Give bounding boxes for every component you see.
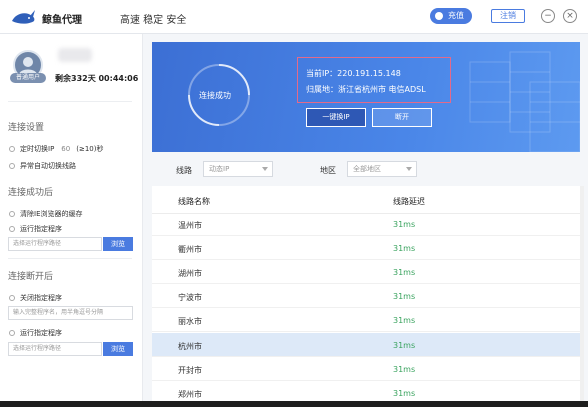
switch-ip-button[interactable]: 一键换IP: [306, 108, 366, 127]
line-name: 郑州市: [178, 390, 202, 399]
line-name: 丽水市: [178, 317, 202, 326]
line-latency: 31ms: [393, 244, 416, 253]
line-name: 杭州市: [178, 342, 202, 351]
clear-cache-radio[interactable]: [9, 211, 15, 217]
timed-switch-value[interactable]: 60: [61, 145, 70, 153]
line-table: 线路名称 线路延迟 温州市 31ms 衢州市 31ms 湖州市 31ms 宁波市…: [152, 186, 584, 407]
timed-switch-option[interactable]: 定时切换IP 60 (≥10)秒: [9, 144, 103, 154]
line-name: 开封市: [178, 366, 202, 375]
remaining-time: 剩余332天 00:44:06: [55, 74, 139, 83]
column-line-name: 线路名称: [178, 197, 210, 206]
region-filter-label: 地区: [320, 166, 336, 175]
recharge-label: 充值: [448, 11, 464, 20]
username-redacted: [58, 48, 92, 62]
section-after-connect: 连接成功后: [8, 188, 54, 198]
user-level-badge: 普通用户: [10, 73, 46, 83]
table-row[interactable]: 温州市 31ms: [152, 212, 584, 236]
auto-switch-label: 异常自动切换线路: [20, 162, 76, 170]
close-program-input[interactable]: 输入完整程序名，用半角逗号分隔: [8, 306, 133, 320]
browse2-button[interactable]: 浏览: [103, 342, 133, 356]
timed-switch-label: 定时切换IP: [20, 145, 55, 153]
program-path-input[interactable]: 选择运行程序路径: [8, 237, 102, 251]
line-latency: 31ms: [393, 220, 416, 229]
minimize-button[interactable]: −: [541, 9, 555, 23]
run-program-label: 运行指定程序: [20, 225, 62, 233]
whale-logo-icon: [12, 10, 35, 24]
logout-button[interactable]: 注销: [491, 9, 525, 23]
line-name: 湖州市: [178, 269, 202, 278]
section-connect-settings: 连接设置: [8, 123, 45, 133]
line-name: 温州市: [178, 221, 202, 230]
line-latency: 31ms: [393, 316, 416, 325]
line-latency: 31ms: [393, 365, 416, 374]
line-latency: 31ms: [393, 292, 416, 301]
region-select[interactable]: 全部地区: [347, 161, 417, 177]
run-program-option[interactable]: 运行指定程序: [9, 224, 62, 234]
title-bar: 鲸鱼代理 高速 稳定 安全 充值 注销 − ×: [0, 0, 588, 34]
current-ip: 当前IP：220.191.15.148: [306, 69, 401, 78]
program-path2-input[interactable]: 选择运行程序路径: [8, 342, 102, 356]
disconnect-button[interactable]: 断开: [372, 108, 432, 127]
app-tagline: 高速 稳定 安全: [120, 15, 187, 26]
table-row[interactable]: 开封市 31ms: [152, 357, 584, 381]
run-program-radio[interactable]: [9, 226, 15, 232]
line-name: 宁波市: [178, 293, 202, 302]
timed-switch-unit: (≥10)秒: [76, 145, 104, 153]
ip-info-box: 当前IP：220.191.15.148 归属地：浙江省杭州市 电信ADSL: [297, 57, 451, 103]
table-scrollbar[interactable]: [580, 186, 584, 407]
taskbar-edge: [0, 401, 588, 407]
clear-cache-label: 清除IE浏览器的缓存: [20, 210, 83, 218]
line-filter-label: 线路: [176, 166, 192, 175]
ip-location: 归属地：浙江省杭州市 电信ADSL: [306, 85, 426, 94]
close-program-radio[interactable]: [9, 295, 15, 301]
run-program2-label: 运行指定程序: [20, 329, 62, 337]
coin-icon: [435, 12, 443, 20]
line-latency: 31ms: [393, 268, 416, 277]
table-row-selected[interactable]: 杭州市 31ms: [152, 333, 584, 357]
table-row[interactable]: 湖州市 31ms: [152, 260, 584, 284]
column-latency: 线路延迟: [393, 197, 425, 206]
recharge-button[interactable]: 充值: [430, 8, 472, 24]
line-latency: 31ms: [393, 389, 416, 398]
app-title: 鲸鱼代理: [42, 15, 82, 26]
table-row[interactable]: 宁波市 31ms: [152, 284, 584, 308]
run-program2-option[interactable]: 运行指定程序: [9, 328, 62, 338]
connection-status-text: 连接成功: [199, 91, 231, 100]
divider: [8, 258, 132, 259]
divider: [8, 101, 132, 102]
table-row[interactable]: 丽水市 31ms: [152, 308, 584, 332]
line-select-value: 动态IP: [209, 165, 230, 173]
browse-button[interactable]: 浏览: [103, 237, 133, 251]
region-select-value: 全部地区: [353, 165, 381, 173]
auto-switch-radio[interactable]: [9, 163, 15, 169]
close-button[interactable]: ×: [563, 9, 577, 23]
table-row[interactable]: 衢州市 31ms: [152, 236, 584, 260]
chevron-down-icon: [406, 167, 412, 171]
close-program-option[interactable]: 关闭指定程序: [9, 293, 62, 303]
close-program-label: 关闭指定程序: [20, 294, 62, 302]
line-name: 衢州市: [178, 245, 202, 254]
timed-switch-radio[interactable]: [9, 146, 15, 152]
chevron-down-icon: [262, 167, 268, 171]
section-after-disconnect: 连接断开后: [8, 272, 54, 282]
auto-switch-option[interactable]: 异常自动切换线路: [9, 161, 76, 171]
table-header: 线路名称 线路延迟: [152, 186, 584, 214]
connection-status-panel: 连接成功 当前IP：220.191.15.148 归属地：浙江省杭州市 电信AD…: [152, 42, 580, 152]
line-latency: 31ms: [393, 341, 416, 350]
clear-cache-option[interactable]: 清除IE浏览器的缓存: [9, 209, 83, 219]
line-select[interactable]: 动态IP: [203, 161, 273, 177]
sidebar: 普通用户 剩余332天 00:44:06 连接设置 定时切换IP 60 (≥10…: [0, 34, 143, 407]
run-program2-radio[interactable]: [9, 330, 15, 336]
